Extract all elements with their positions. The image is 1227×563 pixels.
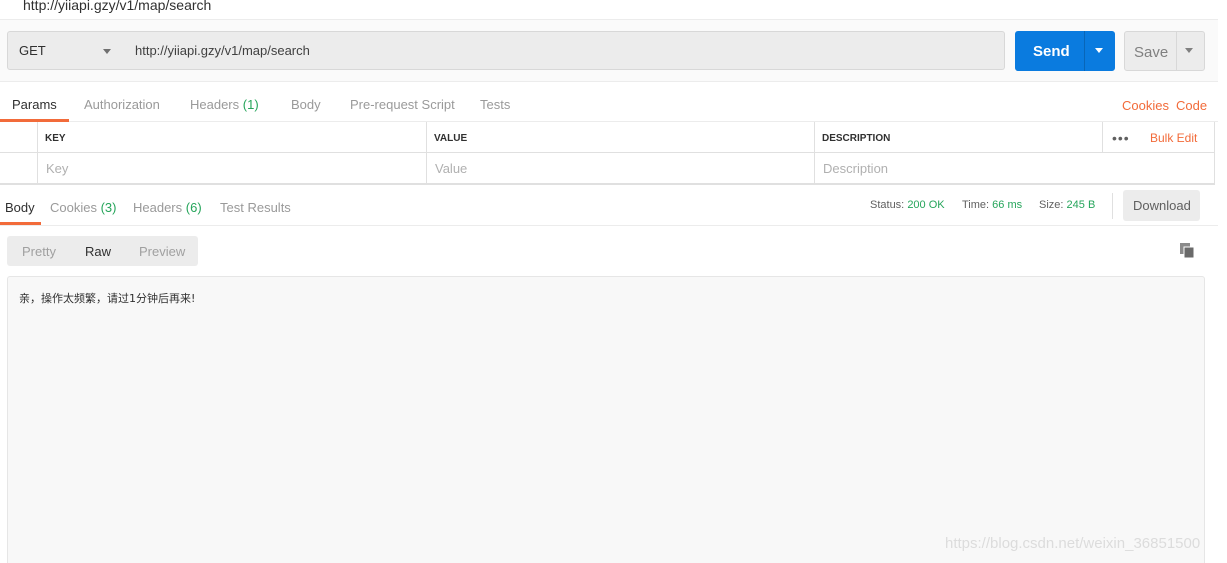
save-button[interactable]: Save (1124, 31, 1205, 71)
time-label: Time: (962, 199, 990, 211)
param-value-input[interactable]: Value (427, 153, 815, 184)
tab-response-cookies-count: (3) (100, 200, 117, 215)
send-divider (1084, 31, 1085, 71)
request-bar: GET http://yiiapi.gzy/v1/map/search Send… (0, 20, 1227, 82)
copy-icon[interactable] (1180, 243, 1195, 259)
tab-response-body[interactable]: Body (5, 200, 35, 215)
tab-response-cookies[interactable]: Cookies (3) (50, 200, 116, 215)
save-label: Save (1134, 44, 1169, 61)
send-options-chevron-icon[interactable] (1095, 48, 1103, 53)
view-preview[interactable]: Preview (139, 244, 185, 259)
time-meta: Time: 66 ms (962, 199, 1022, 211)
tab-headers[interactable]: Headers (1) (190, 97, 259, 112)
size-value: 245 B (1066, 199, 1096, 211)
size-meta: Size: 245 B (1039, 199, 1095, 211)
tab-response-headers-count: (6) (185, 200, 202, 215)
chevron-down-icon (103, 49, 111, 54)
download-button[interactable]: Download (1123, 190, 1200, 221)
meta-divider (1112, 193, 1113, 219)
method-label: GET (19, 43, 46, 58)
tab-response-cookies-label: Cookies (50, 200, 97, 215)
tab-test-results[interactable]: Test Results (220, 200, 291, 215)
status-value: 200 OK (907, 199, 945, 211)
ellipsis-icon[interactable]: ••• (1112, 130, 1130, 146)
tab-response-headers-label: Headers (133, 200, 183, 215)
code-link[interactable]: Code (1176, 98, 1207, 113)
params-description-header: DESCRIPTION (815, 122, 1103, 153)
bulk-edit-link[interactable]: Bulk Edit (1150, 131, 1197, 145)
window-title: http://yiiapi.gzy/v1/map/search (23, 0, 212, 13)
tab-authorization[interactable]: Authorization (84, 97, 160, 112)
size-label: Size: (1039, 199, 1064, 211)
method-select[interactable]: GET (7, 31, 124, 70)
save-divider (1176, 32, 1177, 70)
status-meta: Status: 200 OK (870, 199, 945, 211)
view-raw[interactable]: Raw (85, 244, 111, 259)
scrollbar[interactable] (1218, 0, 1227, 563)
param-description-input[interactable]: Description (815, 153, 1215, 184)
request-tabs: Params Authorization Headers (1) Body Pr… (0, 83, 1227, 122)
param-key-input[interactable]: Key (38, 153, 427, 184)
tab-response-headers[interactable]: Headers (6) (133, 200, 202, 215)
params-key-header: KEY (38, 122, 427, 153)
save-options-chevron-icon[interactable] (1185, 48, 1193, 53)
response-bar: Body Cookies (3) Headers (6) Test Result… (0, 186, 1227, 226)
cookies-link[interactable]: Cookies (1122, 98, 1169, 113)
view-pretty[interactable]: Pretty (22, 244, 56, 259)
params-table: KEY VALUE DESCRIPTION Bulk Edit Key Valu… (0, 122, 1215, 185)
params-value-header: VALUE (427, 122, 815, 153)
tab-headers-count: (1) (242, 97, 259, 112)
tab-tests[interactable]: Tests (480, 97, 510, 112)
tab-params[interactable]: Params (12, 97, 57, 112)
response-active-tab-indicator (0, 222, 41, 225)
status-label: Status: (870, 199, 905, 211)
window-title-bar: http://yiiapi.gzy/v1/map/search (0, 0, 1227, 20)
url-input[interactable]: http://yiiapi.gzy/v1/map/search (123, 31, 1005, 70)
tab-body[interactable]: Body (291, 97, 321, 112)
watermark: https://blog.csdn.net/weixin_36851500 (945, 535, 1201, 552)
tab-headers-label: Headers (190, 97, 240, 112)
response-body-text: 亲，操作太频繁，请过1分钟后再来! (19, 292, 196, 305)
params-checkbox-header (0, 122, 38, 153)
params-row-checkbox[interactable] (0, 153, 38, 184)
send-label: Send (1033, 43, 1070, 60)
view-mode-selector: Pretty Raw Preview (7, 236, 198, 266)
tab-prerequest-script[interactable]: Pre-request Script (350, 97, 455, 112)
send-button[interactable]: Send (1015, 31, 1115, 71)
time-value: 66 ms (992, 199, 1023, 211)
response-body-panel[interactable]: 亲，操作太频繁，请过1分钟后再来! (7, 276, 1205, 563)
